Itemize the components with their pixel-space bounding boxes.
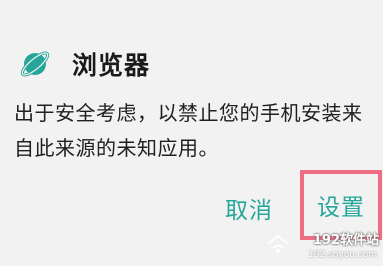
dialog-header: 浏览器 bbox=[18, 44, 150, 84]
screen: 浏览器 出于安全考虑，以禁止您的手机安装来自此来源的未知应用。 取消 设置 19… bbox=[0, 0, 383, 266]
permission-dialog: 浏览器 出于安全考虑，以禁止您的手机安装来自此来源的未知应用。 取消 设置 bbox=[0, 0, 383, 266]
watermark: 192软件站 192.soyou.com bbox=[261, 232, 381, 262]
cancel-button[interactable]: 取消 bbox=[210, 186, 288, 230]
watermark-url: 192.soyou.com bbox=[308, 250, 377, 260]
dialog-title: 浏览器 bbox=[72, 51, 151, 80]
planet-browser-icon bbox=[18, 47, 52, 81]
wifi-house-icon bbox=[265, 234, 291, 256]
dialog-message: 出于安全考虑，以禁止您的手机安装来自此来源的未知应用。 bbox=[14, 101, 363, 160]
watermark-brand: 192软件站 bbox=[312, 233, 379, 248]
